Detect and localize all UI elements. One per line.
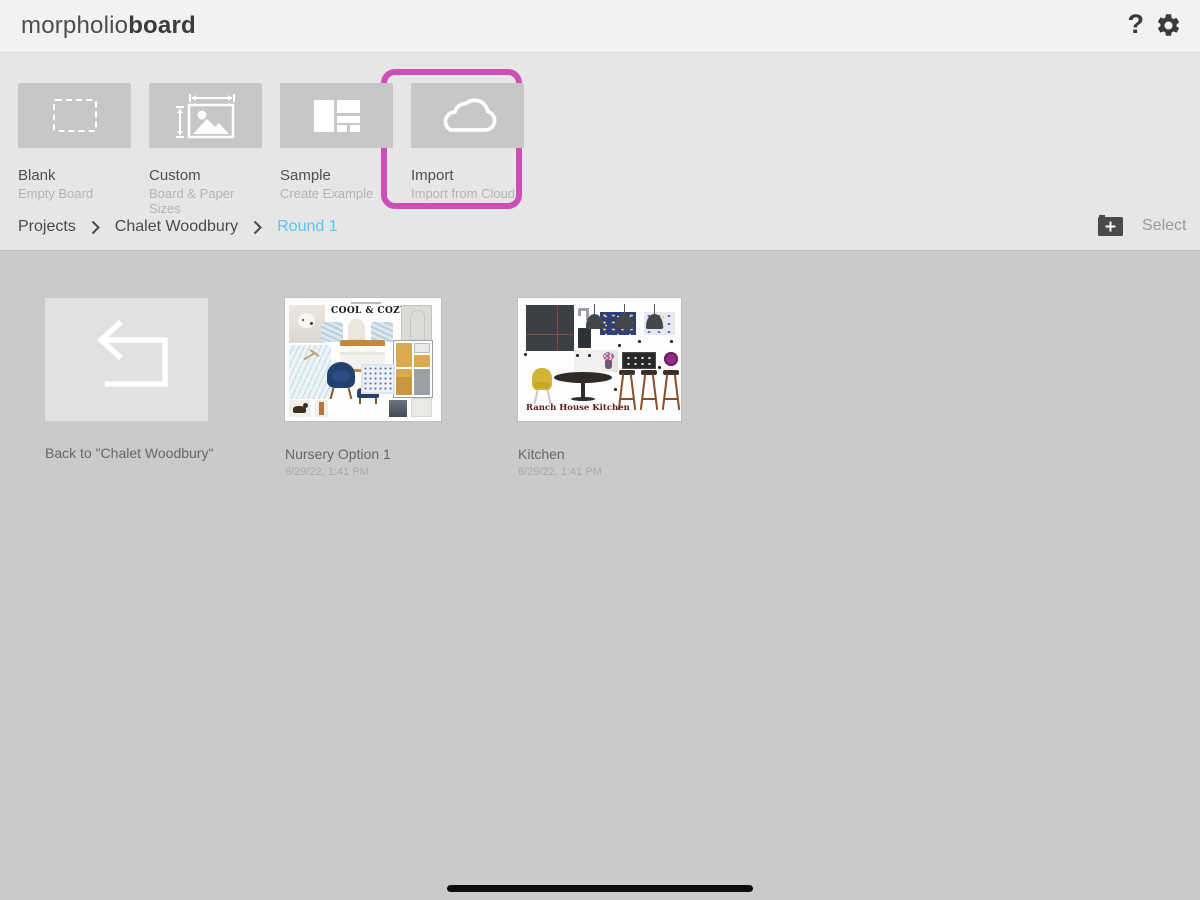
back-card[interactable] [45, 298, 208, 421]
gear-icon [1155, 12, 1182, 39]
template-title: Blank [18, 167, 131, 184]
breadcrumb-round-1[interactable]: Round 1 [277, 218, 338, 236]
template-blank[interactable]: Blank Empty Board [18, 83, 131, 201]
wood-sample [315, 400, 328, 417]
template-subtitle: Empty Board [18, 186, 131, 201]
add-folder-icon[interactable] [1098, 214, 1125, 238]
help-button[interactable]: ? [1128, 10, 1145, 40]
app-logo: morpholioboard [21, 12, 196, 40]
template-section: Blank Empty Board [0, 53, 1200, 251]
pillow-swatch [321, 322, 343, 342]
template-import[interactable]: Import Import from Cloud [411, 83, 524, 201]
top-bar: morpholioboard ? [0, 0, 1200, 53]
board-smallprint [351, 302, 381, 304]
black-canister [578, 328, 591, 348]
round-table [554, 372, 612, 406]
breadcrumb-chalet-woodbury[interactable]: Chalet Woodbury [115, 218, 238, 236]
back-card-label: Back to "Chalet Woodbury" [45, 445, 213, 461]
yellow-chair [530, 368, 556, 406]
chevron-right-icon [253, 220, 262, 235]
board-thumbnail-nursery[interactable]: COOL & COZY [285, 298, 441, 421]
template-sample[interactable]: Sample Create Example [280, 83, 393, 201]
pendant-stem [654, 304, 655, 314]
breadcrumb: Projects Chalet Woodbury Round 1 [18, 218, 338, 236]
logo-primary: morpholio [21, 12, 128, 39]
purple-plate [664, 352, 678, 366]
image-dimensions-icon [175, 93, 237, 139]
cloud-icon [431, 93, 505, 139]
template-title: Custom [149, 167, 262, 184]
template-title: Import [411, 167, 524, 184]
template-subtitle: Board & Paper Sizes [149, 186, 262, 216]
board-thumbnail-kitchen[interactable]: Ranch House Kitchen [518, 298, 681, 421]
breadcrumb-projects[interactable]: Projects [18, 218, 76, 236]
template-subtitle: Create Example [280, 186, 393, 201]
back-arrow-icon [45, 298, 208, 421]
template-custom[interactable]: Custom Board & Paper Sizes [149, 83, 262, 216]
bear-figurine [289, 400, 311, 417]
bar-stool [640, 370, 658, 412]
blank-tile [18, 83, 131, 148]
import-tile [411, 83, 524, 148]
board-title: Nursery Option 1 [285, 446, 391, 462]
select-button[interactable]: Select [1142, 217, 1186, 235]
board-timestamp: 6/29/22, 1:41 PM [518, 466, 602, 478]
home-indicator[interactable] [447, 885, 753, 892]
wood-shelving [393, 340, 433, 398]
settings-button[interactable] [1155, 12, 1182, 39]
custom-tile [149, 83, 262, 148]
pendant-lamp-white [348, 319, 365, 341]
select-control: Select [1098, 214, 1186, 238]
board-title: Kitchen [518, 446, 565, 462]
pendant-stem [594, 304, 595, 314]
template-title: Sample [280, 167, 393, 184]
flower-vase [602, 352, 616, 370]
bar-stool [662, 370, 680, 412]
dark-photo [389, 400, 407, 417]
kitchen-board-caption: Ranch House Kitchen [526, 403, 630, 413]
pillow-swatch [371, 322, 393, 342]
layout-grid-icon [314, 100, 360, 132]
cooktop [622, 352, 656, 369]
dashed-rect-icon [53, 99, 97, 132]
board-timestamp: 6/29/22, 1:41 PM [285, 466, 369, 478]
sample-tile [280, 83, 393, 148]
template-subtitle: Import from Cloud [411, 186, 524, 201]
pendant-stem [624, 304, 625, 314]
chevron-right-icon [91, 220, 100, 235]
navy-armchair [325, 362, 357, 400]
patterned-rug [361, 364, 395, 394]
morpholio-board-app: morpholioboard ? Blank Empty Board [0, 0, 1200, 900]
logo-secondary: board [128, 12, 196, 39]
spec-card [411, 398, 432, 417]
dark-cabinet [526, 305, 574, 351]
